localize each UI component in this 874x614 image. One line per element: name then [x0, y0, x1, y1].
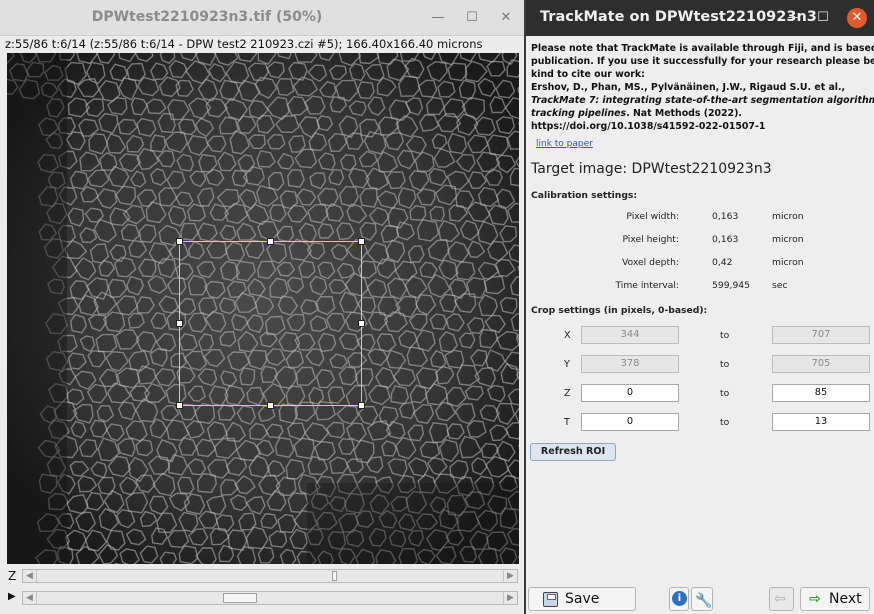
- crop-row-y: Y 378 to 705: [526, 355, 874, 375]
- z-slider-row: Z ◀ ▶: [0, 569, 524, 585]
- minimize-icon[interactable]: —: [784, 8, 804, 28]
- microscopy-image-canvas[interactable]: [7, 53, 519, 564]
- crop-heading: Crop settings (in pixels, 0-based):: [531, 305, 708, 316]
- t-slider-row: ▶ ◀ ▶: [0, 591, 524, 607]
- crop-to-label: to: [720, 388, 730, 399]
- citation-journal-name: . Nat Methods (2022).: [626, 108, 742, 119]
- crop-z-from-field[interactable]: 0: [581, 384, 679, 402]
- floppy-disk-icon: [543, 592, 558, 607]
- crop-axis-label: Y: [564, 359, 570, 370]
- crop-row-t: T 0 to 13: [526, 413, 874, 433]
- arrow-right-icon: ⇨: [809, 591, 821, 607]
- crop-x-from-field: 344: [581, 326, 679, 344]
- roi-handle[interactable]: [358, 320, 365, 327]
- play-icon[interactable]: ▶: [8, 591, 16, 602]
- calibration-value: 599,945: [712, 280, 750, 291]
- image-window-title: DPWtest2210923n3.tif (50%): [91, 9, 323, 25]
- previous-button[interactable]: ⇦: [769, 587, 794, 611]
- info-icon: i: [672, 591, 687, 606]
- calibration-unit: sec: [772, 280, 788, 291]
- slider-right-arrow-icon[interactable]: ▶: [503, 570, 517, 582]
- image-window: DPWtest2210923n3.tif (50%) — ☐ ✕ z:55/86…: [0, 0, 524, 614]
- calibration-label: Voxel depth:: [621, 257, 679, 268]
- minimize-icon[interactable]: —: [428, 8, 448, 28]
- close-icon[interactable]: ✕: [847, 8, 867, 28]
- crop-y-from-field: 378: [581, 355, 679, 373]
- link-to-paper[interactable]: link to paper: [536, 139, 593, 149]
- citation-journal: tracking pipelines. Nat Methods (2022).: [531, 107, 742, 120]
- citation-text: publication. If you use it successfully …: [531, 56, 874, 67]
- z-slider-thumb[interactable]: [332, 571, 338, 581]
- crop-axis-label: X: [564, 330, 571, 341]
- calibration-unit: micron: [772, 211, 804, 222]
- calibration-label: Pixel width:: [626, 211, 679, 222]
- calibration-row: Pixel width: 0,163 micron: [526, 211, 874, 225]
- image-window-titlebar[interactable]: DPWtest2210923n3.tif (50%) — ☐ ✕: [0, 0, 524, 36]
- roi-handle[interactable]: [267, 238, 274, 245]
- calibration-row: Pixel height: 0,163 micron: [526, 234, 874, 248]
- arrow-left-icon: ⇦: [774, 591, 786, 607]
- next-button[interactable]: ⇨ Next: [800, 587, 870, 611]
- citation-text: kind to cite our work:: [531, 69, 645, 80]
- trackmate-titlebar[interactable]: TrackMate on DPWtest2210923n3 — ☐ ✕: [526, 0, 874, 36]
- refresh-roi-button[interactable]: Refresh ROI: [530, 443, 616, 461]
- roi-rectangle[interactable]: [179, 241, 362, 406]
- citation-paper-title-end: tracking pipelines: [531, 108, 627, 119]
- close-icon[interactable]: ✕: [496, 8, 516, 28]
- calibration-row: Voxel depth: 0,42 micron: [526, 257, 874, 271]
- info-button[interactable]: i: [669, 587, 689, 611]
- crop-x-to-field: 707: [772, 326, 870, 344]
- crop-row-z: Z 0 to 85: [526, 384, 874, 404]
- crop-to-label: to: [720, 330, 730, 341]
- crop-axis-label: T: [564, 417, 570, 428]
- crop-axis-label: Z: [564, 388, 571, 399]
- z-slider[interactable]: ◀ ▶: [22, 569, 518, 583]
- calibration-row: Time interval: 599,945 sec: [526, 280, 874, 294]
- calibration-heading: Calibration settings:: [531, 190, 638, 201]
- maximize-icon[interactable]: ☐: [462, 8, 482, 28]
- trackmate-window: TrackMate on DPWtest2210923n3 — ☐ ✕ Plea…: [526, 0, 874, 614]
- crop-t-to-field[interactable]: 13: [772, 413, 870, 431]
- citation-text: Please note that TrackMate is available …: [531, 43, 874, 54]
- trackmate-title: TrackMate on DPWtest2210923n3: [540, 9, 817, 25]
- roi-handle[interactable]: [358, 402, 365, 409]
- t-slider-thumb[interactable]: [222, 593, 257, 603]
- crop-to-label: to: [720, 359, 730, 370]
- wrench-icon: 🔧: [695, 593, 713, 609]
- next-button-label: Next: [829, 591, 862, 607]
- image-info-text: z:55/86 t:6/14 (z:55/86 t:6/14 - DPW tes…: [5, 37, 483, 51]
- z-slider-label: Z: [8, 569, 17, 583]
- roi-handle[interactable]: [267, 402, 274, 409]
- citation-paper-title: TrackMate 7: integrating state-of-the-ar…: [531, 95, 874, 106]
- roi-handle[interactable]: [358, 238, 365, 245]
- crop-row-x: X 344 to 707: [526, 326, 874, 346]
- crop-to-label: to: [720, 417, 730, 428]
- calibration-value: 0,163: [712, 234, 739, 245]
- citation-authors: Ershov, D., Phan, MS., Pylvänäinen, J.W.…: [531, 82, 846, 93]
- slider-left-arrow-icon[interactable]: ◀: [23, 592, 37, 604]
- calibration-label: Pixel height:: [622, 234, 679, 245]
- maximize-icon[interactable]: ☐: [813, 8, 833, 28]
- save-button[interactable]: Save: [528, 587, 636, 611]
- citation-doi: https://doi.org/10.1038/s41592-022-01507…: [531, 121, 766, 132]
- calibration-value: 0,42: [712, 257, 733, 268]
- crop-t-from-field[interactable]: 0: [581, 413, 679, 431]
- roi-handle[interactable]: [176, 238, 183, 245]
- t-slider[interactable]: ◀ ▶: [22, 591, 518, 605]
- target-image-label: Target image: DPWtest2210923n3: [531, 161, 772, 177]
- crop-z-to-field[interactable]: 85: [772, 384, 870, 402]
- roi-handle[interactable]: [176, 320, 183, 327]
- slider-left-arrow-icon[interactable]: ◀: [23, 570, 37, 582]
- calibration-label: Time interval:: [615, 280, 679, 291]
- config-button[interactable]: 🔧: [691, 587, 713, 611]
- save-button-label: Save: [565, 591, 600, 607]
- slider-right-arrow-icon[interactable]: ▶: [503, 592, 517, 604]
- calibration-value: 0,163: [712, 211, 739, 222]
- roi-handle[interactable]: [176, 402, 183, 409]
- calibration-unit: micron: [772, 257, 804, 268]
- calibration-unit: micron: [772, 234, 804, 245]
- crop-y-to-field: 705: [772, 355, 870, 373]
